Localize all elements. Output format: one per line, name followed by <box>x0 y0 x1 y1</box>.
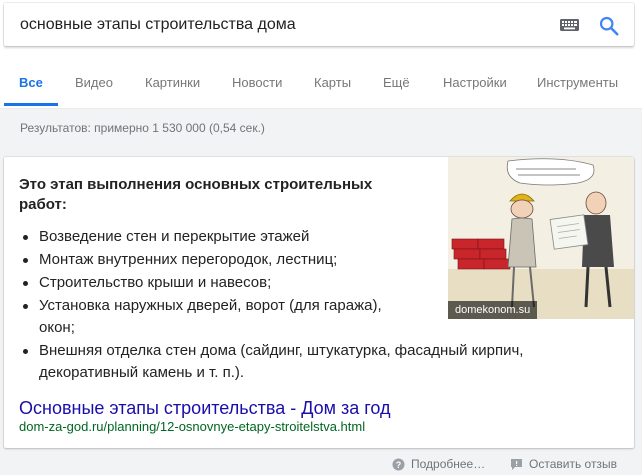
keyboard-icon[interactable] <box>560 19 579 31</box>
feedback-label: Оставить отзыв <box>529 457 617 471</box>
result-url: dom-za-god.ru/planning/12-osnovnye-etapy… <box>19 419 366 434</box>
search-input[interactable] <box>20 3 540 46</box>
svg-text:?: ? <box>396 460 402 470</box>
tab-maps[interactable]: Карты <box>314 62 351 104</box>
more-info-link[interactable]: ? Подробнее… <box>392 457 485 471</box>
more-info-label: Подробнее… <box>411 457 486 471</box>
tab-more[interactable]: Ещё <box>383 62 410 104</box>
snippet-image[interactable]: domekonom.su <box>448 157 634 319</box>
list-item: Установка наружных дверей, ворот (для га… <box>19 295 414 339</box>
results-count: Результатов: примерно 1 530 000 (0,54 се… <box>20 121 265 135</box>
tab-video[interactable]: Видео <box>75 62 113 104</box>
search-header: Все Видео Картинки Новости Карты Ещё Нас… <box>0 0 642 109</box>
tab-news[interactable]: Новости <box>232 62 282 104</box>
featured-snippet: Это этап выполнения основных строительны… <box>4 157 634 448</box>
image-source-caption: domekonom.su <box>448 301 538 319</box>
tab-images[interactable]: Картинки <box>145 62 200 104</box>
tab-tools[interactable]: Инструменты <box>537 62 618 104</box>
snippet-heading: Это этап выполнения основных строительны… <box>19 176 373 213</box>
list-item: Внешняя отделка стен дома (сайдинг, штук… <box>19 340 579 384</box>
search-box[interactable] <box>4 3 634 46</box>
search-icon[interactable] <box>598 15 620 37</box>
feedback-link[interactable]: Оставить отзыв <box>510 457 617 471</box>
help-icon: ? <box>392 458 405 471</box>
feedback-icon <box>511 459 522 470</box>
result-title-link[interactable]: Основные этапы строительства - Дом за го… <box>19 398 391 419</box>
tab-all[interactable]: Все <box>19 62 43 104</box>
active-tab-indicator <box>4 103 58 106</box>
construction-cartoon-image <box>448 157 634 319</box>
search-tabs: Все Видео Картинки Новости Карты Ещё Нас… <box>0 62 642 107</box>
tab-settings[interactable]: Настройки <box>443 62 507 104</box>
